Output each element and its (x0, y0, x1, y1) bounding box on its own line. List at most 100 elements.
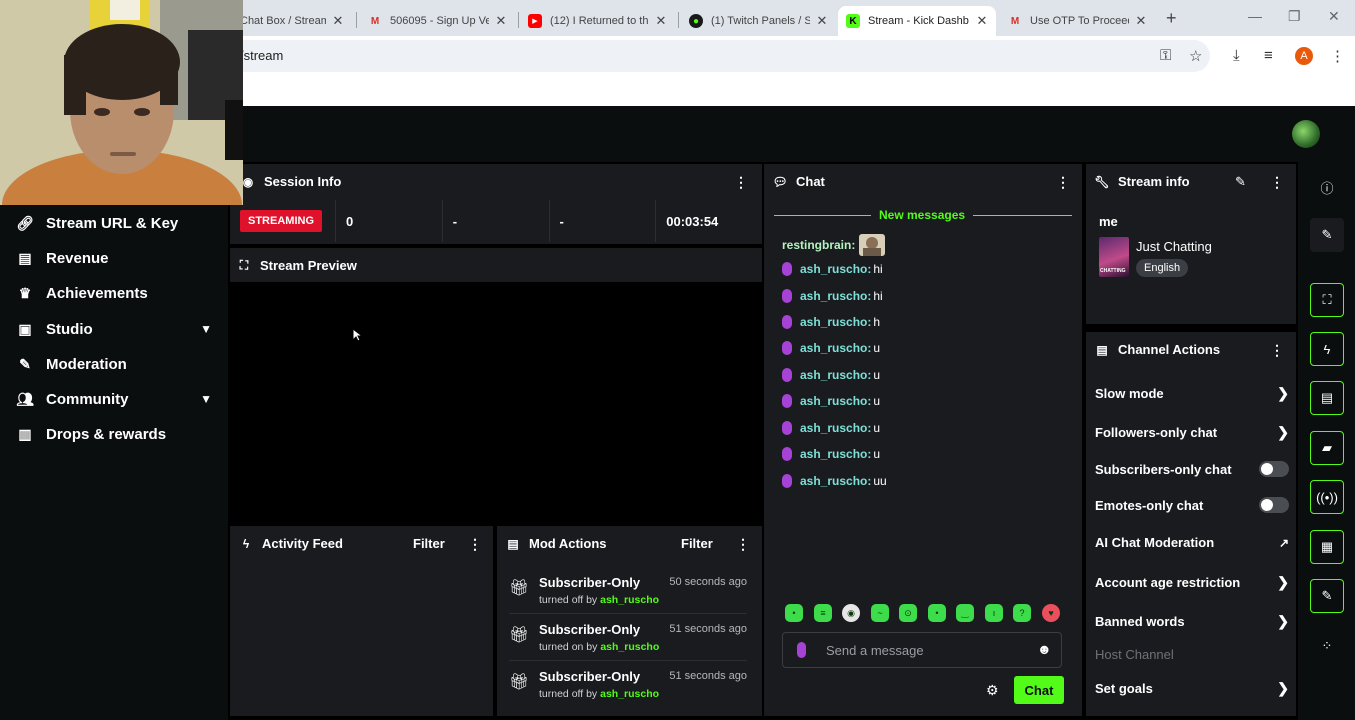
emote-button[interactable]: ‿ (956, 604, 974, 622)
chat-username[interactable]: ash_ruscho: (800, 289, 871, 303)
wrench-icon[interactable]: ✎ (1310, 579, 1344, 613)
mod-action-user[interactable]: ash_ruscho (600, 688, 659, 700)
kebab-menu-icon[interactable]: ⋮ (734, 174, 748, 191)
video-preview[interactable] (230, 282, 762, 522)
emote-button[interactable]: ı (985, 604, 1003, 622)
chat-bubble-icon[interactable]: ▰ (1310, 431, 1344, 465)
browser-tab[interactable]: ● (1) Twitch Panels / St ✕ (681, 6, 836, 36)
emote-button[interactable]: ≡ (814, 604, 832, 622)
filter-button[interactable]: Filter (681, 536, 713, 551)
preview-icon: ⛶ (239, 258, 249, 272)
edit-pencil-icon[interactable]: ✎ (1310, 218, 1344, 252)
key-icon[interactable]: ⚿ (1160, 47, 1171, 64)
sidebar-item-revenue[interactable]: ▤ Revenue (16, 245, 212, 271)
chat-username[interactable]: ash_ruscho: (800, 421, 871, 435)
close-icon[interactable]: ✕ (655, 13, 667, 29)
sidebar-item-community[interactable]: 👥︎ Community ▼ (16, 386, 212, 412)
browser-tab[interactable]: M 506095 - Sign Up Ver ✕ (360, 6, 515, 36)
action-slow-mode[interactable]: Slow mode ❯ (1095, 385, 1289, 402)
sidebar-item-moderation[interactable]: ✎ Moderation (16, 351, 212, 377)
download-icon[interactable]: ⤓ (1233, 47, 1240, 64)
emote-button[interactable]: • (928, 604, 946, 622)
action-set-goals[interactable]: Set goals ❯ (1095, 680, 1289, 697)
emoji-icon[interactable]: ☻ (1037, 641, 1052, 657)
kebab-menu-icon[interactable]: ⋮ (736, 536, 750, 553)
chat-username[interactable]: ash_ruscho: (800, 341, 871, 355)
panel-title: Channel Actions (1118, 342, 1221, 357)
emotes-only-toggle[interactable] (1259, 497, 1289, 513)
document-icon: ▤ (507, 536, 519, 551)
filter-button[interactable]: Filter (413, 536, 445, 551)
media-icon[interactable]: ≡ (1264, 47, 1273, 64)
language-tag: English (1136, 259, 1189, 277)
emote-button[interactable]: ~ (871, 604, 889, 622)
broadcast-icon[interactable]: ((•)) (1310, 480, 1344, 514)
subscribers-only-toggle[interactable] (1259, 461, 1289, 477)
sidebar-item-drops-rewards[interactable]: ▥ Drops & rewards (16, 421, 212, 447)
close-icon[interactable]: ✕ (976, 13, 988, 29)
document-icon[interactable]: ▤ (1310, 381, 1344, 415)
sidebar-item-label: Stream URL & Key (46, 214, 179, 232)
action-banned-words[interactable]: Banned words ❯ (1095, 613, 1289, 630)
new-tab-button[interactable]: + (1166, 8, 1177, 29)
kebab-menu-icon[interactable]: ⋮ (468, 536, 482, 553)
close-icon[interactable]: ✕ (1135, 13, 1147, 29)
settings-gear-icon[interactable]: ⚙ (986, 682, 999, 699)
category-thumbnail[interactable]: CHATTING (1099, 237, 1129, 277)
action-followers-only[interactable]: Followers-only chat ❯ (1095, 424, 1289, 441)
user-avatar[interactable] (1292, 120, 1320, 148)
close-window-icon[interactable]: ✕ (1328, 8, 1340, 25)
chat-username[interactable]: ash_ruscho: (800, 474, 871, 488)
panel-title: Chat (796, 174, 825, 189)
apps-icon[interactable]: ⁘ (1310, 629, 1344, 663)
emote-button[interactable]: ♥ (1042, 604, 1060, 622)
chat-username[interactable]: ash_ruscho: (800, 368, 871, 382)
browser-tab[interactable]: ▶ (12) I Returned to th ✕ (520, 6, 675, 36)
sidebar-item-achievements[interactable]: ♛ Achievements (16, 280, 212, 306)
edit-pencil-icon[interactable]: ✎ (1235, 174, 1246, 190)
info-icon[interactable]: ⓘ (1310, 170, 1344, 204)
kebab-menu-icon[interactable]: ⋮ (1270, 342, 1284, 359)
close-icon[interactable]: ✕ (816, 13, 828, 29)
sidebar-item-studio[interactable]: ▣ Studio ▼ (16, 316, 212, 342)
kebab-menu-icon[interactable]: ⋮ (1056, 174, 1070, 191)
close-icon[interactable]: ✕ (495, 13, 507, 29)
chat-username[interactable]: ash_ruscho: (800, 262, 871, 276)
browser-tab-active[interactable]: K Stream - Kick Dashb ✕ (838, 6, 996, 36)
chat-message-input[interactable]: Send a message ☻ (782, 632, 1062, 668)
badge-icon (782, 315, 792, 329)
kebab-menu-icon[interactable]: ⋮ (1270, 174, 1284, 191)
browser-tab[interactable]: M Use OTP To Proceed ✕ (1000, 6, 1155, 36)
action-host-channel: Host Channel (1095, 647, 1289, 662)
url-field[interactable]: /stream (200, 40, 1210, 72)
more-menu-icon[interactable]: ⋮ (1330, 47, 1345, 65)
mod-action-user[interactable]: ash_ruscho (600, 594, 659, 606)
preview-icon[interactable]: ⛶ (1310, 283, 1344, 317)
emote-button[interactable]: ? (1013, 604, 1031, 622)
chat-message: ash_ruscho: u (782, 421, 880, 435)
mod-action-user[interactable]: ash_ruscho (600, 641, 659, 653)
stat-value: - (452, 213, 458, 229)
browser-tab[interactable]: Chat Box / Stream ✕ (232, 6, 352, 36)
emote-button[interactable]: ◉ (842, 604, 860, 622)
action-account-age[interactable]: Account age restriction ❯ (1095, 574, 1289, 591)
gift-chart-icon: ▥ (18, 425, 32, 442)
emote-button[interactable]: • (785, 604, 803, 622)
chat-text: u (873, 421, 881, 435)
chat-send-button[interactable]: Chat (1014, 676, 1064, 704)
chat-username[interactable]: ash_ruscho: (800, 315, 871, 329)
minimize-icon[interactable]: — (1248, 8, 1262, 24)
layout-icon[interactable]: ▦ (1310, 530, 1344, 564)
star-icon[interactable]: ☆ (1189, 47, 1202, 65)
profile-avatar[interactable]: A (1295, 47, 1313, 65)
chat-username[interactable]: ash_ruscho: (800, 447, 871, 461)
chat-username[interactable]: ash_ruscho: (800, 394, 871, 408)
restore-icon[interactable]: ❐ (1288, 8, 1301, 25)
emote-button[interactable]: ⊙ (899, 604, 917, 622)
bolt-icon[interactable]: ϟ (1310, 332, 1344, 366)
close-icon[interactable]: ✕ (332, 13, 344, 29)
action-ai-moderation[interactable]: AI Chat Moderation ↗ (1095, 535, 1289, 550)
chat-username[interactable]: restingbrain: (782, 238, 855, 252)
sidebar-item-stream-url-key[interactable]: 🔗︎ Stream URL & Key (16, 210, 212, 236)
badge-icon (782, 341, 792, 355)
